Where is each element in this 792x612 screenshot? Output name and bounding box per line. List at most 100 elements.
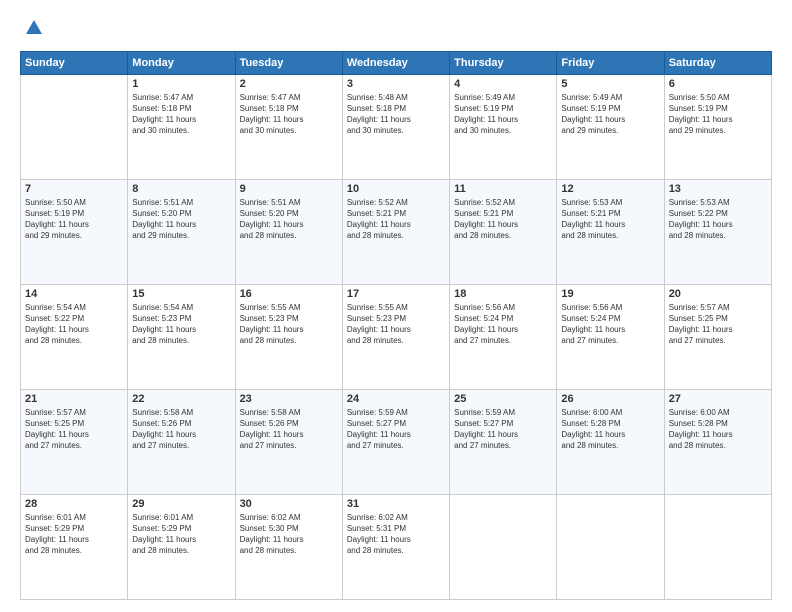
day-number: 2 xyxy=(240,78,338,90)
header xyxy=(20,16,772,45)
calendar-cell: 27Sunrise: 6:00 AMSunset: 5:28 PMDayligh… xyxy=(664,389,771,494)
calendar-cell: 5Sunrise: 5:49 AMSunset: 5:19 PMDaylight… xyxy=(557,74,664,179)
day-number: 10 xyxy=(347,183,445,195)
day-info: Sunrise: 5:48 AMSunset: 5:18 PMDaylight:… xyxy=(347,92,445,137)
calendar-cell: 10Sunrise: 5:52 AMSunset: 5:21 PMDayligh… xyxy=(342,179,449,284)
day-info: Sunrise: 5:50 AMSunset: 5:19 PMDaylight:… xyxy=(669,92,767,137)
calendar-cell: 3 Sunrise: 5:48 AMSunset: 5:18 PMDaylight… xyxy=(342,74,449,179)
calendar-header-row: SundayMondayTuesdayWednesdayThursdayFrid… xyxy=(21,51,772,74)
calendar-cell: 15 Sunrise: 5:54 AMSunset: 5:23 PMDayligh… xyxy=(128,284,235,389)
logo-icon xyxy=(22,16,46,40)
calendar-cell xyxy=(450,494,557,599)
calendar-cell: 18Sunrise: 5:56 AMSunset: 5:24 PMDayligh… xyxy=(450,284,557,389)
calendar-cell: 14Sunrise: 5:54 AMSunset: 5:22 PMDayligh… xyxy=(21,284,128,389)
day-info: Sunrise: 5:56 AMSunset: 5:24 PMDaylight:… xyxy=(454,302,552,347)
calendar-cell: 2Sunrise: 5:47 AMSunset: 5:18 PMDaylight… xyxy=(235,74,342,179)
page: SundayMondayTuesdayWednesdayThursdayFrid… xyxy=(0,0,792,612)
day-info: Sunrise: 5:58 AMSunset: 5:26 PMDaylight:… xyxy=(240,407,338,452)
calendar-cell: 30 Sunrise: 6:02 AMSunset: 5:30 PMDayligh… xyxy=(235,494,342,599)
day-info: Sunrise: 5:55 AMSunset: 5:23 PMDaylight:… xyxy=(347,302,445,347)
calendar-cell: 8Sunrise: 5:51 AMSunset: 5:20 PMDaylight… xyxy=(128,179,235,284)
day-number: 17 xyxy=(347,288,445,300)
col-header-thursday: Thursday xyxy=(450,51,557,74)
day-number: 31 xyxy=(347,498,445,510)
calendar-cell: 23 Sunrise: 5:58 AMSunset: 5:26 PMDayligh… xyxy=(235,389,342,494)
calendar-week-4: 28 Sunrise: 6:01 AMSunset: 5:29 PMDayligh… xyxy=(21,494,772,599)
day-number: 11 xyxy=(454,183,552,195)
day-info: Sunrise: 5:57 AMSunset: 5:25 PMDaylight:… xyxy=(669,302,767,347)
day-info: Sunrise: 5:52 AMSunset: 5:21 PMDaylight:… xyxy=(454,197,552,242)
day-info: Sunrise: 5:51 AMSunset: 5:20 PMDaylight:… xyxy=(132,197,230,242)
calendar-cell: 31 Sunrise: 6:02 AMSunset: 5:31 PMDayligh… xyxy=(342,494,449,599)
day-info: Sunrise: 5:51 AMSunset: 5:20 PMDaylight:… xyxy=(240,197,338,242)
calendar-cell: 12Sunrise: 5:53 AMSunset: 5:21 PMDayligh… xyxy=(557,179,664,284)
day-info: Sunrise: 5:50 AMSunset: 5:19 PMDaylight:… xyxy=(25,197,123,242)
day-info: Sunrise: 5:49 AMSunset: 5:19 PMDaylight:… xyxy=(454,92,552,137)
day-number: 7 xyxy=(25,183,123,195)
day-number: 6 xyxy=(669,78,767,90)
calendar-cell: 20Sunrise: 5:57 AMSunset: 5:25 PMDayligh… xyxy=(664,284,771,389)
calendar-cell: 6 Sunrise: 5:50 AMSunset: 5:19 PMDaylight… xyxy=(664,74,771,179)
calendar-cell xyxy=(664,494,771,599)
day-number: 4 xyxy=(454,78,552,90)
day-info: Sunrise: 5:59 AMSunset: 5:27 PMDaylight:… xyxy=(347,407,445,452)
col-header-saturday: Saturday xyxy=(664,51,771,74)
day-number: 29 xyxy=(132,498,230,510)
col-header-monday: Monday xyxy=(128,51,235,74)
day-info: Sunrise: 5:47 AMSunset: 5:18 PMDaylight:… xyxy=(132,92,230,137)
calendar-week-2: 14Sunrise: 5:54 AMSunset: 5:22 PMDayligh… xyxy=(21,284,772,389)
day-number: 22 xyxy=(132,393,230,405)
col-header-wednesday: Wednesday xyxy=(342,51,449,74)
day-info: Sunrise: 6:00 AMSunset: 5:28 PMDaylight:… xyxy=(669,407,767,452)
day-info: Sunrise: 5:53 AMSunset: 5:21 PMDaylight:… xyxy=(561,197,659,242)
calendar-week-3: 21Sunrise: 5:57 AMSunset: 5:25 PMDayligh… xyxy=(21,389,772,494)
calendar-cell: 11 Sunrise: 5:52 AMSunset: 5:21 PMDayligh… xyxy=(450,179,557,284)
day-number: 25 xyxy=(454,393,552,405)
day-number: 19 xyxy=(561,288,659,300)
day-number: 24 xyxy=(347,393,445,405)
day-number: 16 xyxy=(240,288,338,300)
day-number: 30 xyxy=(240,498,338,510)
day-info: Sunrise: 5:55 AMSunset: 5:23 PMDaylight:… xyxy=(240,302,338,347)
calendar-cell: 9 Sunrise: 5:51 AMSunset: 5:20 PMDaylight… xyxy=(235,179,342,284)
day-number: 3 xyxy=(347,78,445,90)
day-number: 28 xyxy=(25,498,123,510)
day-info: Sunrise: 6:00 AMSunset: 5:28 PMDaylight:… xyxy=(561,407,659,452)
day-number: 21 xyxy=(25,393,123,405)
day-info: Sunrise: 5:56 AMSunset: 5:24 PMDaylight:… xyxy=(561,302,659,347)
calendar-cell: 16 Sunrise: 5:55 AMSunset: 5:23 PMDayligh… xyxy=(235,284,342,389)
calendar-cell: 25 Sunrise: 5:59 AMSunset: 5:27 PMDayligh… xyxy=(450,389,557,494)
day-number: 26 xyxy=(561,393,659,405)
day-number: 23 xyxy=(240,393,338,405)
calendar-cell: 19 Sunrise: 5:56 AMSunset: 5:24 PMDayligh… xyxy=(557,284,664,389)
calendar-week-0: 1 Sunrise: 5:47 AMSunset: 5:18 PMDaylight… xyxy=(21,74,772,179)
day-number: 1 xyxy=(132,78,230,90)
day-number: 9 xyxy=(240,183,338,195)
calendar-cell: 4 Sunrise: 5:49 AMSunset: 5:19 PMDaylight… xyxy=(450,74,557,179)
calendar-cell: 7 Sunrise: 5:50 AMSunset: 5:19 PMDaylight… xyxy=(21,179,128,284)
day-number: 5 xyxy=(561,78,659,90)
calendar-cell: 24 Sunrise: 5:59 AMSunset: 5:27 PMDayligh… xyxy=(342,389,449,494)
logo xyxy=(20,16,46,45)
day-info: Sunrise: 5:59 AMSunset: 5:27 PMDaylight:… xyxy=(454,407,552,452)
day-info: Sunrise: 6:01 AMSunset: 5:29 PMDaylight:… xyxy=(132,512,230,557)
day-number: 14 xyxy=(25,288,123,300)
day-info: Sunrise: 5:53 AMSunset: 5:22 PMDaylight:… xyxy=(669,197,767,242)
calendar-cell: 21Sunrise: 5:57 AMSunset: 5:25 PMDayligh… xyxy=(21,389,128,494)
day-info: Sunrise: 5:58 AMSunset: 5:26 PMDaylight:… xyxy=(132,407,230,452)
calendar-cell xyxy=(557,494,664,599)
col-header-friday: Friday xyxy=(557,51,664,74)
calendar-cell: 29 Sunrise: 6:01 AMSunset: 5:29 PMDayligh… xyxy=(128,494,235,599)
col-header-sunday: Sunday xyxy=(21,51,128,74)
calendar-cell: 13 Sunrise: 5:53 AMSunset: 5:22 PMDayligh… xyxy=(664,179,771,284)
calendar-cell xyxy=(21,74,128,179)
day-number: 13 xyxy=(669,183,767,195)
calendar-cell: 17 Sunrise: 5:55 AMSunset: 5:23 PMDayligh… xyxy=(342,284,449,389)
col-header-tuesday: Tuesday xyxy=(235,51,342,74)
day-info: Sunrise: 6:02 AMSunset: 5:30 PMDaylight:… xyxy=(240,512,338,557)
day-info: Sunrise: 5:54 AMSunset: 5:23 PMDaylight:… xyxy=(132,302,230,347)
calendar-cell: 28Sunrise: 6:01 AMSunset: 5:29 PMDayligh… xyxy=(21,494,128,599)
day-info: Sunrise: 6:02 AMSunset: 5:31 PMDaylight:… xyxy=(347,512,445,557)
calendar-cell: 22 Sunrise: 5:58 AMSunset: 5:26 PMDayligh… xyxy=(128,389,235,494)
day-number: 15 xyxy=(132,288,230,300)
